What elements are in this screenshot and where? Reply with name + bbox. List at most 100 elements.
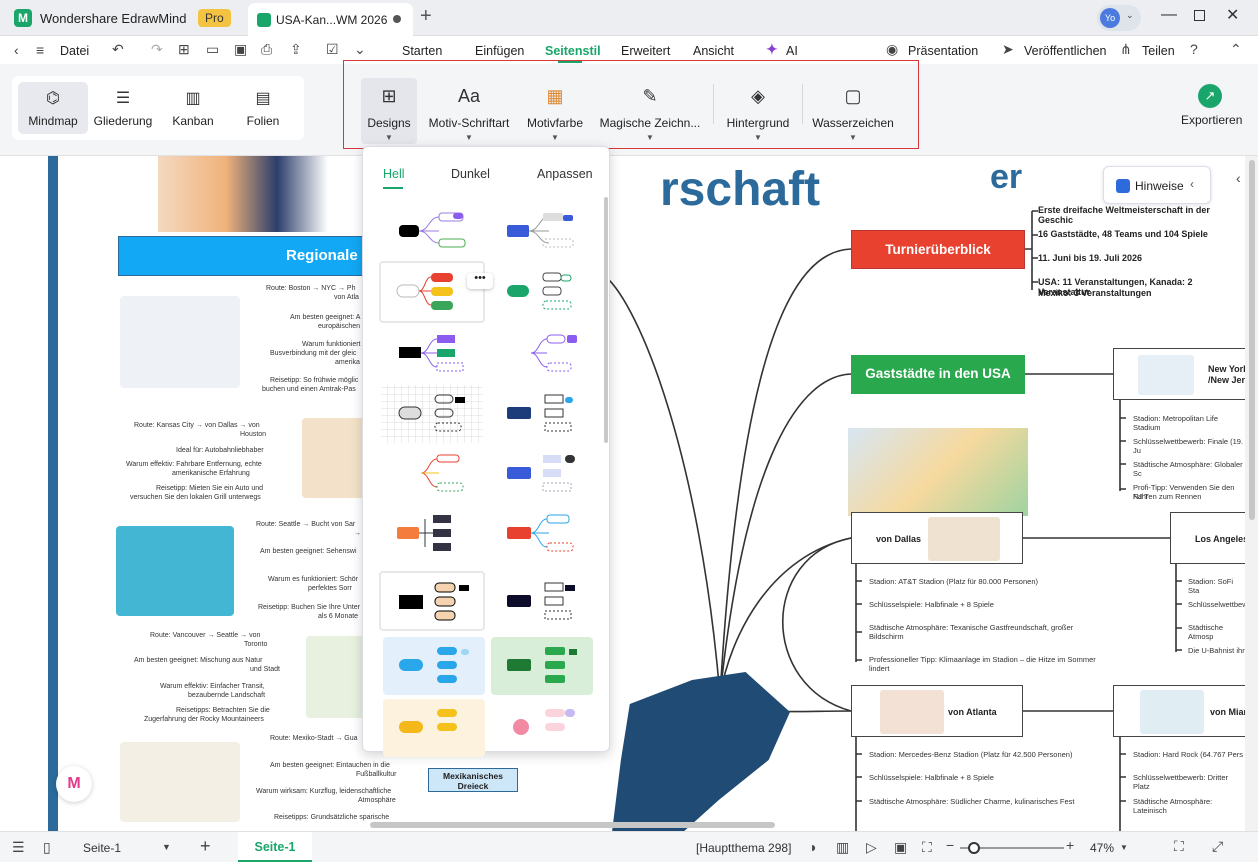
tab-starten[interactable]: Starten	[402, 44, 442, 58]
newyork-node[interactable]: New York /New Jer	[1113, 348, 1245, 400]
fullscreen-fit-icon[interactable]: ⛶	[922, 839, 932, 856]
export-small-icon[interactable]: ⇪	[290, 41, 302, 58]
zoom-slider-knob[interactable]	[968, 842, 980, 854]
unsaved-dot-icon[interactable]	[393, 15, 401, 23]
view-folien[interactable]: ▤ Folien	[228, 82, 298, 134]
theme-icon[interactable]: ◑	[808, 839, 816, 855]
design-thumbnail[interactable]	[491, 203, 593, 261]
document-tab[interactable]: USA-Kan...WM 2026	[248, 3, 413, 36]
export-button[interactable]: Exportieren	[1181, 113, 1242, 127]
ai-assistant-button[interactable]: M	[56, 766, 92, 802]
pro-badge[interactable]: Pro	[198, 9, 231, 27]
design-thumbnail[interactable]	[491, 505, 593, 563]
design-thumbnail[interactable]	[491, 637, 593, 695]
design-thumbnail[interactable]	[381, 203, 483, 261]
status-bar: ☰ ▯ Seite-1 ▼ + Seite-1 [Hauptthema 298]…	[0, 831, 1258, 862]
design-preview	[397, 515, 451, 551]
more-icon[interactable]: ⌄	[354, 41, 366, 58]
panel-toggle-icon[interactable]: ▯	[43, 839, 51, 856]
close-icon[interactable]: ✕	[1226, 5, 1239, 25]
horizontal-scroll-thumb[interactable]	[370, 822, 775, 828]
hamburger-icon[interactable]: ≡	[36, 42, 44, 58]
design-thumbnail[interactable]	[381, 505, 483, 563]
share-icon[interactable]: ⋔	[1120, 41, 1132, 58]
presentation-button[interactable]: Präsentation	[908, 44, 978, 58]
fit-page-icon[interactable]: ▣	[894, 839, 907, 856]
page-tab[interactable]: Seite-1	[238, 832, 312, 862]
redo-icon[interactable]: ↷	[151, 41, 163, 58]
add-page-icon[interactable]: +	[200, 836, 211, 857]
design-thumbnail[interactable]	[381, 325, 483, 383]
view-kanban[interactable]: ▥ Kanban	[158, 82, 228, 134]
zoom-level[interactable]: 47%	[1090, 841, 1114, 855]
la-detail: Stadion: SoFi Sta	[1188, 577, 1234, 595]
publish-button[interactable]: Veröffentlichen	[1024, 44, 1106, 58]
chevron-down-icon[interactable]: ▼	[162, 842, 171, 852]
tab-ansicht[interactable]: Ansicht	[693, 44, 734, 58]
turnieruberblick-node[interactable]: Turnierüberblick	[851, 230, 1025, 269]
design-thumbnail[interactable]	[491, 263, 593, 321]
hints-button[interactable]: Hinweise ‹	[1103, 166, 1211, 204]
tab-anpassen[interactable]: Anpassen	[537, 167, 593, 181]
open-folder-icon[interactable]: ▭	[206, 41, 219, 58]
more-options-button[interactable]: •••	[467, 273, 493, 289]
view-gliederung[interactable]: ☰ Gliederung	[88, 82, 158, 134]
chevron-down-icon[interactable]: ⌄	[1126, 10, 1134, 21]
new-file-icon[interactable]: ⊞	[178, 41, 190, 58]
menu-datei[interactable]: Datei	[60, 44, 89, 58]
design-thumbnail[interactable]	[491, 573, 593, 631]
tab-erweitert[interactable]: Erweitert	[621, 44, 670, 58]
new-tab-icon[interactable]: +	[420, 5, 432, 28]
share-button[interactable]: Teilen	[1142, 44, 1175, 58]
design-thumbnail[interactable]	[379, 571, 485, 631]
outline-toggle-icon[interactable]: ☰	[12, 839, 25, 856]
design-thumbnail[interactable]	[491, 445, 593, 503]
collapse-ribbon-icon[interactable]: ⌃	[1230, 41, 1242, 58]
design-thumbnail[interactable]	[491, 385, 593, 443]
design-thumbnail[interactable]	[491, 325, 593, 383]
view-mindmap[interactable]: ⌬ Mindmap	[18, 82, 88, 134]
tab-hell[interactable]: Hell	[383, 167, 405, 181]
help-icon[interactable]: ?	[1190, 41, 1198, 57]
dallas-node[interactable]: von Dallas	[851, 512, 1023, 564]
undo-icon[interactable]: ↶	[112, 41, 124, 58]
tab-dunkel[interactable]: Dunkel	[451, 167, 490, 181]
miami-node[interactable]: von Mian	[1113, 685, 1245, 737]
chevron-down-icon[interactable]: ▼	[1120, 843, 1128, 852]
view-gliederung-label: Gliederung	[93, 114, 153, 128]
export-icon[interactable]: ↗	[1198, 84, 1222, 108]
back-icon[interactable]: ‹	[14, 42, 19, 58]
design-thumbnail[interactable]	[491, 699, 593, 757]
checkbox-icon[interactable]: ☑	[326, 41, 339, 58]
play-circle-icon[interactable]: ▷	[866, 839, 877, 856]
design-thumbnail[interactable]	[383, 637, 485, 695]
expand-icon[interactable]: ⤢	[1212, 838, 1223, 855]
gaststaedte-node[interactable]: Gaststädte in den USA	[851, 355, 1025, 394]
tab-seitenstil[interactable]: Seitenstil	[545, 44, 601, 58]
design-thumbnail[interactable]	[383, 699, 485, 757]
avatar[interactable]: Yo	[1100, 8, 1120, 28]
play-icon[interactable]: ◉	[886, 41, 898, 58]
atlanta-node[interactable]: von Atlanta	[851, 685, 1023, 737]
fullscreen-icon[interactable]: ⛶	[1174, 838, 1184, 855]
book-icon[interactable]: ▥	[836, 839, 849, 856]
tab-einfuegen[interactable]: Einfügen	[475, 44, 524, 58]
designs-scrollbar[interactable]	[604, 197, 608, 443]
save-icon[interactable]: ▣	[234, 41, 247, 58]
minimize-icon[interactable]: —	[1161, 6, 1177, 24]
view-switcher: ⌬ Mindmap ☰ Gliederung ▥ Kanban ▤ Folien	[12, 76, 304, 140]
design-thumbnail[interactable]	[381, 445, 483, 503]
design-thumbnail[interactable]	[381, 385, 483, 443]
losangeles-node[interactable]: Los Angeles	[1170, 512, 1245, 564]
maximize-icon[interactable]	[1194, 10, 1205, 21]
tab-ai[interactable]: AI	[786, 44, 798, 58]
vertical-scroll-thumb[interactable]	[1249, 160, 1255, 520]
print-icon[interactable]: ⎙	[261, 41, 272, 58]
design-thumbnail-selected[interactable]: •••	[379, 261, 493, 323]
page-select[interactable]: Seite-1	[83, 841, 121, 855]
zoom-in-icon[interactable]: +	[1066, 837, 1074, 853]
mindmap-canvas[interactable]: Regionale R Route: Boston → NYC → Ph von…	[0, 156, 1245, 831]
panel-collapse-icon[interactable]: ‹	[1236, 170, 1241, 186]
zoom-out-icon[interactable]: −	[946, 837, 954, 853]
publish-icon[interactable]: ➤	[1002, 41, 1014, 58]
